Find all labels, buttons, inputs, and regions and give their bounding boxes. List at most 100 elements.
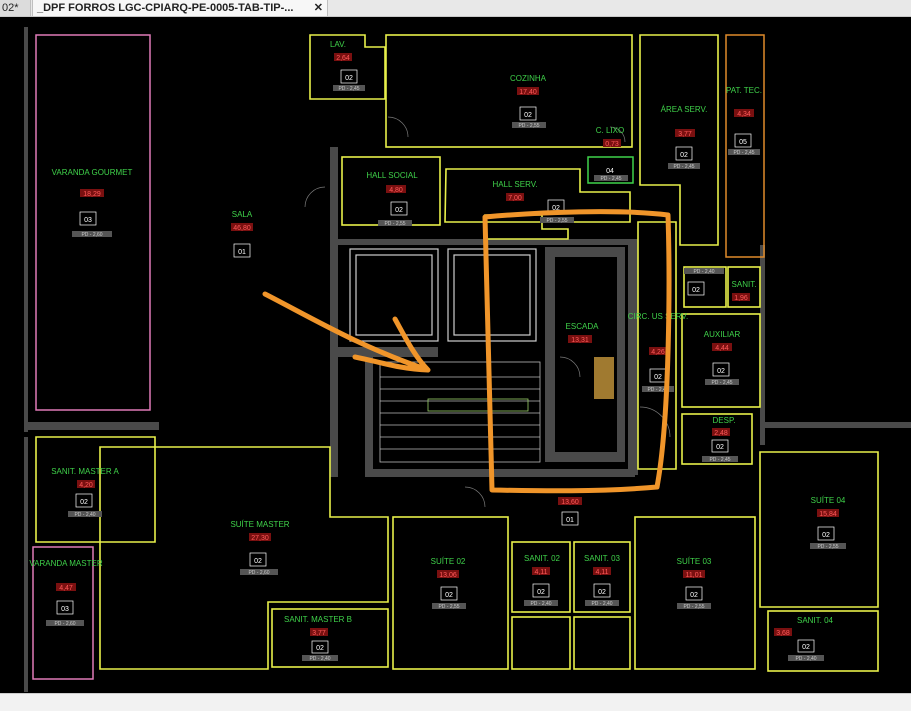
room-auxiliar: AUXILIAR 4,44 02 PD - 2,45 xyxy=(704,330,741,386)
svg-text:PD - 2,45: PD - 2,45 xyxy=(709,457,730,463)
room-sanit-master-b: SANIT. MASTER B 3,77 02 PD - 2,40 xyxy=(284,615,352,662)
room-sanit-04: SANIT. 04 3,68 02 PD - 2,40 xyxy=(774,616,834,662)
room-suite-02: SUÍTE 02 13,06 02 PD - 2,55 xyxy=(431,557,466,610)
svg-text:HALL SOCIAL: HALL SOCIAL xyxy=(366,171,418,180)
svg-text:SALA: SALA xyxy=(232,210,253,219)
svg-text:SANIT. 03: SANIT. 03 xyxy=(584,554,621,563)
svg-text:03: 03 xyxy=(84,217,92,224)
svg-text:02: 02 xyxy=(716,444,724,451)
svg-text:01: 01 xyxy=(566,517,574,524)
svg-text:PAT. TEC.: PAT. TEC. xyxy=(726,86,762,95)
svg-text:SUÍTE MASTER: SUÍTE MASTER xyxy=(230,520,289,529)
svg-text:02: 02 xyxy=(395,207,403,214)
svg-text:PD - 2,55: PD - 2,55 xyxy=(817,544,838,550)
svg-text:DESP.: DESP. xyxy=(713,416,736,425)
room-name: LAV. xyxy=(330,40,346,49)
svg-text:46,80: 46,80 xyxy=(233,225,251,232)
elevator-shafts xyxy=(349,248,537,342)
svg-text:PD - 2,45: PD - 2,45 xyxy=(600,176,621,182)
svg-text:02: 02 xyxy=(598,589,606,596)
svg-text:15,84: 15,84 xyxy=(819,511,837,518)
room-desp: DESP. 2,48 02 PD - 2,45 xyxy=(702,416,738,463)
svg-text:COZINHA: COZINHA xyxy=(510,74,547,83)
svg-text:13,60: 13,60 xyxy=(561,499,579,506)
close-icon[interactable]: ✕ xyxy=(314,0,323,16)
room-sanit-03: SANIT. 03 4,11 02 PD - 2,40 xyxy=(584,554,621,607)
room-sanit-top: PD - 2,40 02 SANIT. 1,96 xyxy=(684,268,756,302)
room-suite-03: SUÍTE 03 11,01 02 PD - 2,55 xyxy=(677,557,712,610)
svg-text:02: 02 xyxy=(654,374,662,381)
room-ceiling: PD - 2,45 xyxy=(338,86,359,92)
svg-text:4,20: 4,20 xyxy=(79,482,93,489)
room-lav: LAV. 2,64 02 PD - 2,45 xyxy=(330,40,365,92)
svg-text:SUÍTE 03: SUÍTE 03 xyxy=(677,557,712,566)
svg-text:ÁREA SERV.: ÁREA SERV. xyxy=(661,105,708,114)
svg-text:AUXILIAR: AUXILIAR xyxy=(704,330,741,339)
svg-text:PD - 2,40: PD - 2,40 xyxy=(309,656,330,662)
svg-text:05: 05 xyxy=(739,139,747,146)
room-varanda-master: VARANDA MASTER 4,47 03 PD - 2,60 xyxy=(29,559,102,627)
room-cozinha: COZINHA 17,40 02 PD - 2,55 xyxy=(510,74,547,129)
room-tag: 02 xyxy=(345,75,353,82)
svg-text:VARANDA MASTER: VARANDA MASTER xyxy=(29,559,102,568)
svg-text:0,73: 0,73 xyxy=(605,141,619,148)
svg-text:02: 02 xyxy=(445,592,453,599)
svg-text:4,47: 4,47 xyxy=(59,585,73,592)
svg-text:ESCADA: ESCADA xyxy=(566,322,600,331)
status-bar xyxy=(0,693,911,711)
svg-text:SUÍTE 02: SUÍTE 02 xyxy=(431,557,466,566)
svg-text:02: 02 xyxy=(802,644,810,651)
svg-text:3,77: 3,77 xyxy=(312,630,326,637)
svg-text:VARANDA GOURMET: VARANDA GOURMET xyxy=(52,168,133,177)
svg-text:7,00: 7,00 xyxy=(508,195,522,202)
svg-text:02: 02 xyxy=(316,645,324,652)
svg-text:CIRC. US SERV.: CIRC. US SERV. xyxy=(628,312,688,321)
svg-text:PD - 2,55: PD - 2,55 xyxy=(384,221,405,227)
svg-text:PD - 2,40: PD - 2,40 xyxy=(795,656,816,662)
svg-text:02: 02 xyxy=(524,112,532,119)
svg-text:4,80: 4,80 xyxy=(389,187,403,194)
svg-text:PD - 2,40: PD - 2,40 xyxy=(74,512,95,518)
svg-text:PD - 2,55: PD - 2,55 xyxy=(518,123,539,129)
svg-text:02: 02 xyxy=(537,589,545,596)
svg-text:PD - 2,60: PD - 2,60 xyxy=(54,621,75,627)
svg-text:PD - 2,45: PD - 2,45 xyxy=(733,150,754,156)
svg-text:PD - 2,40: PD - 2,40 xyxy=(693,269,714,275)
floor-plan: LAV. 2,64 02 PD - 2,45 COZINHA 17,40 02 … xyxy=(24,27,911,692)
svg-text:PD - 2,60: PD - 2,60 xyxy=(81,232,102,238)
svg-text:02: 02 xyxy=(680,152,688,159)
svg-text:PD - 2,55: PD - 2,55 xyxy=(438,604,459,610)
svg-text:2,48: 2,48 xyxy=(714,430,728,437)
room-area-serv: ÁREA SERV. 3,77 02 PD - 2,45 xyxy=(661,105,708,170)
svg-text:11,01: 11,01 xyxy=(686,572,703,579)
svg-text:4,34: 4,34 xyxy=(737,111,751,118)
svg-text:1,96: 1,96 xyxy=(734,295,748,302)
svg-text:SANIT. MASTER A: SANIT. MASTER A xyxy=(51,467,119,476)
svg-text:SANIT. 02: SANIT. 02 xyxy=(524,554,561,563)
svg-text:4,11: 4,11 xyxy=(534,569,547,576)
svg-text:02: 02 xyxy=(717,368,725,375)
svg-text:02: 02 xyxy=(254,558,262,565)
drawing-canvas[interactable]: LAV. 2,64 02 PD - 2,45 COZINHA 17,40 02 … xyxy=(0,17,911,693)
tab-active-drawing[interactable]: _DPF FORROS LGC-CPIARQ-PE-0005-TAB-TIP-.… xyxy=(32,0,328,16)
room-area: 2,64 xyxy=(336,55,350,62)
svg-text:02: 02 xyxy=(80,499,88,506)
room-hall-social: HALL SOCIAL 4,80 02 PD - 2,55 xyxy=(366,171,418,227)
svg-text:SUÍTE 04: SUÍTE 04 xyxy=(811,496,846,505)
svg-text:PD - 2,60: PD - 2,60 xyxy=(248,570,269,576)
svg-text:01: 01 xyxy=(238,249,246,256)
room-pat-tec: PAT. TEC. 4,34 05 PD - 2,45 xyxy=(726,86,762,156)
svg-text:SANIT. 04: SANIT. 04 xyxy=(797,616,834,625)
room-sanit-02: SANIT. 02 4,11 02 PD - 2,40 xyxy=(524,554,561,607)
tab-active-label: _DPF FORROS LGC-CPIARQ-PE-0005-TAB-TIP-.… xyxy=(37,2,294,14)
room-c-lixo: C. LIXO 0,73 04 PD - 2,45 xyxy=(594,126,628,182)
pat-tec-outline xyxy=(725,34,765,258)
svg-text:13,06: 13,06 xyxy=(439,572,457,579)
svg-text:C. LIXO: C. LIXO xyxy=(596,126,624,135)
svg-text:HALL SERV.: HALL SERV. xyxy=(492,180,537,189)
varanda-outlines xyxy=(32,34,151,680)
svg-text:PD - 2,45: PD - 2,45 xyxy=(711,380,732,386)
room-sala: SALA 46,80 01 xyxy=(231,210,253,258)
svg-text:4,11: 4,11 xyxy=(595,569,608,576)
tab-previous-drawing[interactable]: 02* xyxy=(0,0,31,16)
